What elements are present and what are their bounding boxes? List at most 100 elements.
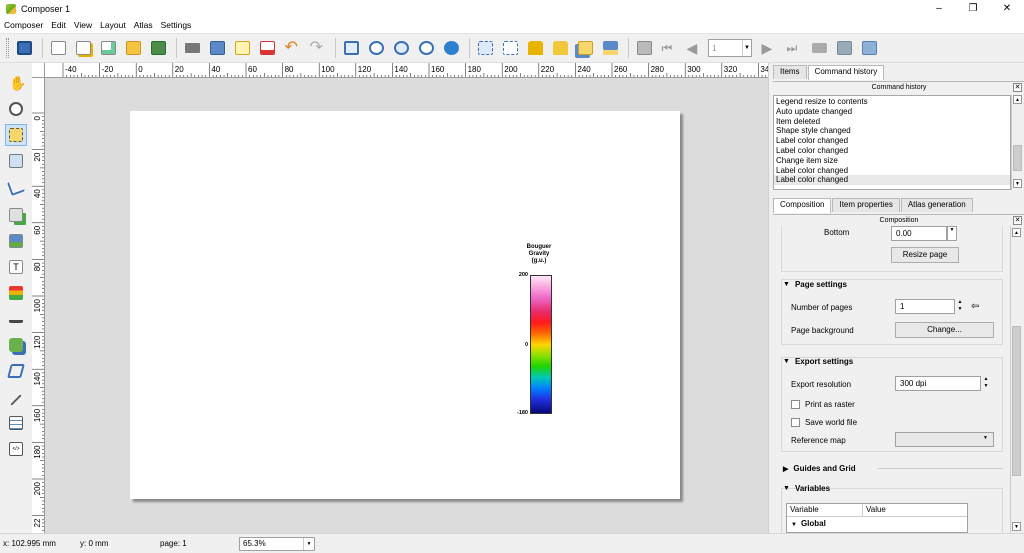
first-feature-icon[interactable]: ⏮ <box>658 37 680 59</box>
add-html-icon[interactable]: </> <box>5 438 27 460</box>
change-background-button[interactable]: Change... <box>895 322 994 338</box>
atlas-export-icon[interactable] <box>833 37 855 59</box>
tab-atlas-generation[interactable]: Atlas generation <box>900 198 973 212</box>
add-attribute-table-icon[interactable] <box>5 412 27 434</box>
history-item[interactable]: Shape style changed <box>774 126 1010 136</box>
export-pdf-icon[interactable] <box>256 37 278 59</box>
atlas-preview-icon[interactable] <box>633 37 655 59</box>
save-template-icon[interactable] <box>147 37 169 59</box>
refresh-icon[interactable] <box>440 37 462 59</box>
export-resolution-input[interactable]: 300 dpi <box>895 376 981 391</box>
previous-feature-icon[interactable]: ◀ <box>683 37 705 59</box>
tab-items[interactable]: Items <box>773 65 807 79</box>
lock-items-icon[interactable] <box>524 37 546 59</box>
raise-items-icon[interactable] <box>574 37 596 59</box>
pan-icon[interactable]: ✋ <box>5 72 27 94</box>
history-scrollbar[interactable]: ▲ ▼ <box>1011 95 1022 190</box>
add-arrow-icon[interactable] <box>5 386 27 408</box>
add-shape-icon[interactable] <box>5 334 27 356</box>
value-column-header[interactable]: Value <box>863 504 886 516</box>
menu-composer[interactable]: Composer <box>0 20 47 30</box>
export-resolution-spin-icon[interactable]: ▲ ▼ <box>981 376 991 391</box>
composer-page[interactable]: Bouguer Gravity (g.u.) 200 0 -180 <box>130 111 680 499</box>
reference-map-select[interactable] <box>895 432 994 447</box>
history-item[interactable]: Legend resize to contents <box>774 97 1010 107</box>
scroll-down-icon[interactable]: ▼ <box>1013 179 1022 188</box>
add-image-icon[interactable] <box>5 230 27 252</box>
variable-column-header[interactable]: Variable <box>787 504 863 516</box>
close-composition-dock-icon[interactable]: ✕ <box>1013 216 1022 225</box>
composer-canvas[interactable]: Bouguer Gravity (g.u.) 200 0 -180 <box>45 78 768 533</box>
menu-view[interactable]: View <box>70 20 96 30</box>
zoom-combobox[interactable]: 65.3% ▼ <box>239 537 315 551</box>
align-items-icon[interactable] <box>599 37 621 59</box>
ungroup-icon[interactable] <box>499 37 521 59</box>
history-item[interactable]: Label color changed <box>774 136 1010 146</box>
add-map-icon[interactable] <box>5 204 27 226</box>
add-polygon-icon[interactable] <box>5 360 27 382</box>
save-world-file-checkbox[interactable] <box>791 418 800 427</box>
export-settings-header[interactable]: ▼ Export settings <box>783 357 853 366</box>
new-composer-icon[interactable] <box>47 37 69 59</box>
menu-atlas[interactable]: Atlas <box>130 20 157 30</box>
history-item[interactable]: Label color changed <box>774 146 1010 156</box>
add-scalebar-icon[interactable] <box>5 308 27 330</box>
scroll-down-icon[interactable]: ▼ <box>1012 522 1021 531</box>
zoom-full-icon[interactable] <box>340 37 362 59</box>
undo-icon[interactable]: ↶ <box>281 37 303 59</box>
menu-layout[interactable]: Layout <box>96 20 130 30</box>
command-history-list[interactable]: Legend resize to contents Auto update ch… <box>773 95 1011 190</box>
tab-item-properties[interactable]: Item properties <box>832 198 900 212</box>
minimize-button[interactable]: – <box>922 0 956 17</box>
spin-down-icon[interactable]: ▼ <box>742 40 751 56</box>
zoom-in-icon[interactable] <box>390 37 412 59</box>
history-item[interactable]: Auto update changed <box>774 107 1010 117</box>
guides-grid-header[interactable]: ▶ Guides and Grid <box>783 464 856 473</box>
variables-header[interactable]: ▼ Variables <box>783 484 830 493</box>
move-content-icon[interactable] <box>5 150 27 172</box>
add-label-icon[interactable]: T <box>5 256 27 278</box>
atlas-page-spinbox[interactable]: 1 ▼ <box>708 39 752 57</box>
add-legend-icon[interactable] <box>5 282 27 304</box>
scroll-up-icon[interactable]: ▲ <box>1012 228 1021 237</box>
close-button[interactable]: ✕ <box>990 0 1024 17</box>
print-as-raster-checkbox[interactable] <box>791 400 800 409</box>
history-item[interactable]: Item deleted <box>774 117 1010 127</box>
global-variables-row[interactable]: ▼ Global <box>787 517 967 532</box>
atlas-print-icon[interactable] <box>808 37 830 59</box>
select-move-icon[interactable] <box>5 124 27 146</box>
history-item-selected[interactable]: Label color changed <box>774 175 1010 186</box>
group-items-icon[interactable] <box>474 37 496 59</box>
atlas-settings-icon[interactable] <box>858 37 880 59</box>
number-of-pages-spin-icon[interactable]: ▲ ▼ <box>955 299 965 314</box>
last-feature-icon[interactable]: ⏭ <box>783 37 805 59</box>
menu-settings[interactable]: Settings <box>157 20 196 30</box>
scroll-thumb[interactable] <box>1013 145 1022 171</box>
export-svg-icon[interactable] <box>231 37 253 59</box>
zoom-tool-icon[interactable] <box>5 98 27 120</box>
horizontal-ruler[interactable]: -40 -20 0 20 40 60 80 100 120 140 160 180 200 220 240 2… <box>45 63 768 78</box>
edit-nodes-icon[interactable] <box>5 176 27 198</box>
print-icon[interactable] <box>181 37 203 59</box>
bottom-margin-input[interactable]: 0.00 <box>891 226 947 241</box>
close-history-dock-icon[interactable]: ✕ <box>1013 83 1022 92</box>
variables-table[interactable]: Variable Value ▼ Global <box>786 503 968 533</box>
legend-item[interactable]: Bouguer Gravity (g.u.) 200 0 -180 <box>510 244 580 424</box>
bottom-margin-dropdown-icon[interactable]: ▼ <box>947 226 957 241</box>
tab-command-history[interactable]: Command history <box>807 65 885 80</box>
composition-scrollbar[interactable]: ▲ ▼ <box>1010 226 1021 533</box>
menu-edit[interactable]: Edit <box>47 20 70 30</box>
duplicate-composer-icon[interactable] <box>72 37 94 59</box>
zoom-actual-icon[interactable] <box>365 37 387 59</box>
history-item[interactable]: Change item size <box>774 156 1010 166</box>
scroll-up-icon[interactable]: ▲ <box>1013 95 1022 104</box>
maximize-button[interactable]: ❐ <box>956 0 990 17</box>
zoom-dropdown-icon[interactable]: ▼ <box>303 538 314 550</box>
history-item[interactable]: Label color changed <box>774 166 1010 176</box>
redo-icon[interactable]: ↷ <box>306 37 328 59</box>
unlock-items-icon[interactable] <box>549 37 571 59</box>
zoom-out-icon[interactable] <box>415 37 437 59</box>
page-settings-header[interactable]: ▼ Page settings <box>783 280 847 289</box>
data-defined-override-icon[interactable]: ⇦ <box>971 301 979 312</box>
tab-composition[interactable]: Composition <box>773 198 832 213</box>
